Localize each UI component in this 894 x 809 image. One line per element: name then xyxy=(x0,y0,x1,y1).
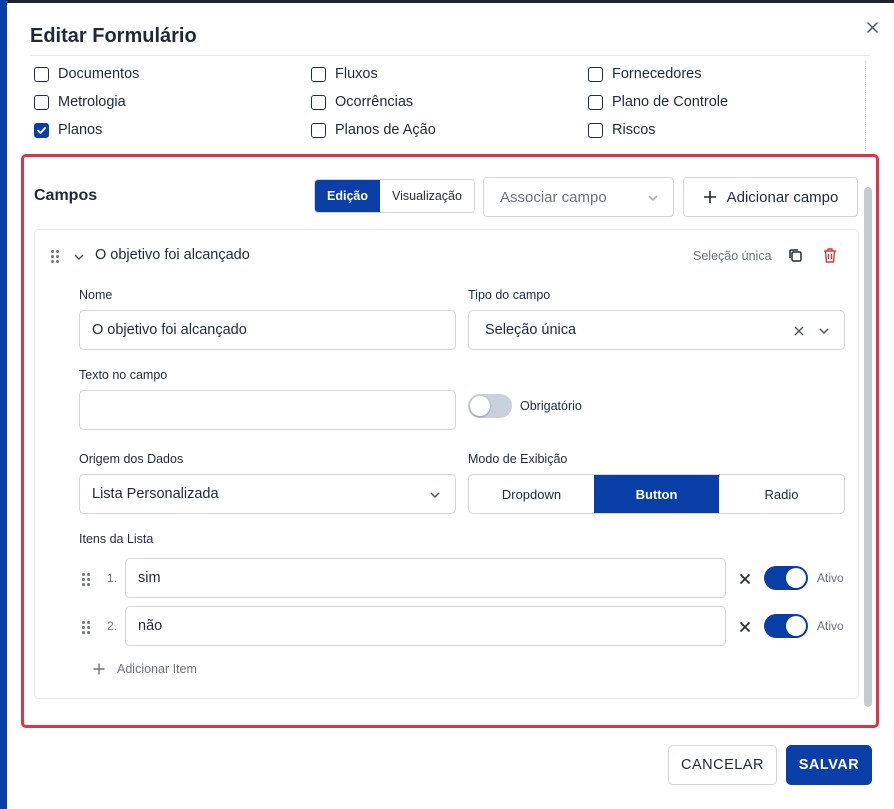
modules-scrollbar[interactable] xyxy=(862,61,866,151)
panel-scrollbar[interactable] xyxy=(864,187,872,707)
texto-label: Texto no campo xyxy=(79,368,168,382)
item-number: 2. xyxy=(107,619,118,633)
checkbox-ocorrencias[interactable]: Ocorrências xyxy=(311,94,413,110)
checkbox-label: Plano de Controle xyxy=(612,94,729,110)
checkbox-planos-de-acao[interactable]: Planos de Ação xyxy=(311,122,436,138)
chevron-down-icon xyxy=(819,328,829,335)
drag-handle-icon[interactable] xyxy=(82,573,90,586)
checkbox-box[interactable] xyxy=(34,94,49,110)
checkbox-riscos[interactable]: Riscos xyxy=(588,122,656,138)
header-divider xyxy=(30,55,870,56)
item-number: 1. xyxy=(107,571,118,585)
checkbox-label: Fluxos xyxy=(335,66,378,82)
checkbox-label: Metrologia xyxy=(58,94,126,110)
checkbox-box[interactable] xyxy=(311,94,326,110)
plus-icon xyxy=(93,663,105,675)
remove-icon[interactable] xyxy=(739,621,751,633)
drag-handle-icon[interactable] xyxy=(82,621,90,634)
duplicate-icon[interactable] xyxy=(787,247,804,264)
field-card: O objetivo foi alcançado Seleção única N… xyxy=(34,229,859,699)
save-button[interactable]: SALVAR xyxy=(786,745,872,785)
texto-input[interactable] xyxy=(79,390,456,430)
modo-dropdown[interactable]: Dropdown xyxy=(469,475,594,513)
tipo-value: Seleção única xyxy=(485,322,577,338)
modo-radio[interactable]: Radio xyxy=(719,475,844,513)
clear-icon[interactable] xyxy=(794,326,804,336)
cancel-button[interactable]: CANCELAR xyxy=(668,745,777,785)
campos-panel: Campos Edição Visualização Associar camp… xyxy=(21,154,879,728)
associar-campo-select[interactable]: Associar campo xyxy=(483,177,674,217)
item-status: Ativo xyxy=(817,619,844,633)
background-sidebar-edge xyxy=(0,0,7,809)
checkbox-label: Riscos xyxy=(612,122,656,138)
adicionar-campo-label: Adicionar campo xyxy=(726,188,839,206)
checkbox-label: Fornecedores xyxy=(612,66,702,82)
view-mode-toggle: Edição Visualização xyxy=(314,179,475,213)
dialog-title: Editar Formulário xyxy=(30,25,197,47)
field-type-badge: Seleção única xyxy=(693,249,772,263)
origem-value: Lista Personalizada xyxy=(92,486,219,502)
itens-label: Itens da Lista xyxy=(79,532,154,546)
drag-handle-icon[interactable] xyxy=(51,250,59,263)
origem-label: Origem dos Dados xyxy=(79,452,184,466)
checkbox-box[interactable] xyxy=(34,66,49,82)
item-value: não xyxy=(138,618,163,634)
tab-visualizacao[interactable]: Visualização xyxy=(380,180,474,212)
check-icon xyxy=(37,126,46,134)
field-title: O objetivo foi alcançado xyxy=(95,247,250,263)
item-active-toggle[interactable] xyxy=(764,566,808,590)
trash-icon[interactable] xyxy=(822,247,838,264)
checkbox-fornecedores[interactable]: Fornecedores xyxy=(588,66,701,82)
checkbox-plano-de-controle[interactable]: Plano de Controle xyxy=(588,94,728,110)
checkbox-box[interactable] xyxy=(588,122,603,138)
item-input[interactable]: não xyxy=(125,606,726,646)
checkbox-label: Ocorrências xyxy=(335,94,414,110)
adicionar-item-button[interactable]: Adicionar Item xyxy=(93,662,197,676)
modo-button[interactable]: Button xyxy=(594,475,719,513)
associar-placeholder: Associar campo xyxy=(500,188,607,206)
item-value: sim xyxy=(138,570,161,586)
obrigatorio-label: Obrigatório xyxy=(520,399,582,413)
remove-icon[interactable] xyxy=(739,573,751,585)
item-active-toggle[interactable] xyxy=(764,614,808,638)
checkbox-box-checked[interactable] xyxy=(34,122,49,138)
nome-label: Nome xyxy=(79,288,113,302)
close-icon[interactable] xyxy=(862,17,884,39)
nome-input[interactable]: O objetivo foi alcançado xyxy=(79,310,456,350)
item-status: Ativo xyxy=(817,571,844,585)
item-input[interactable]: sim xyxy=(125,558,726,598)
obrigatorio-toggle[interactable] xyxy=(468,394,512,418)
adicionar-item-label: Adicionar Item xyxy=(117,662,197,676)
modo-exibicao-group: Dropdown Button Radio xyxy=(468,474,845,514)
checkbox-metrologia[interactable]: Metrologia xyxy=(34,94,126,110)
checkbox-planos[interactable]: Planos xyxy=(34,122,102,138)
nome-value: O objetivo foi alcançado xyxy=(92,322,247,338)
checkbox-box[interactable] xyxy=(588,66,603,82)
checkbox-box[interactable] xyxy=(588,94,603,110)
chevron-down-icon[interactable] xyxy=(73,251,85,263)
checkbox-label: Documentos xyxy=(58,66,140,82)
tab-edicao[interactable]: Edição xyxy=(315,180,380,212)
checkbox-label: Planos de Ação xyxy=(335,122,436,138)
modo-label: Modo de Exibição xyxy=(468,452,568,466)
origem-select[interactable]: Lista Personalizada xyxy=(79,474,456,514)
edit-form-dialog: Editar Formulário Documentos Fluxos Forn… xyxy=(7,3,894,809)
chevron-down-icon xyxy=(430,492,440,499)
checkbox-box[interactable] xyxy=(311,122,326,138)
tipo-label: Tipo do campo xyxy=(468,288,551,302)
adicionar-campo-button[interactable]: Adicionar campo xyxy=(683,177,858,217)
checkbox-label: Planos xyxy=(58,122,103,138)
campos-title: Campos xyxy=(34,187,98,204)
checkbox-documentos[interactable]: Documentos xyxy=(34,66,139,82)
checkbox-fluxos[interactable]: Fluxos xyxy=(311,66,378,82)
tipo-select[interactable]: Seleção única xyxy=(468,310,845,350)
plus-icon xyxy=(703,191,716,203)
checkbox-box[interactable] xyxy=(311,66,326,82)
chevron-down-icon xyxy=(648,195,658,202)
